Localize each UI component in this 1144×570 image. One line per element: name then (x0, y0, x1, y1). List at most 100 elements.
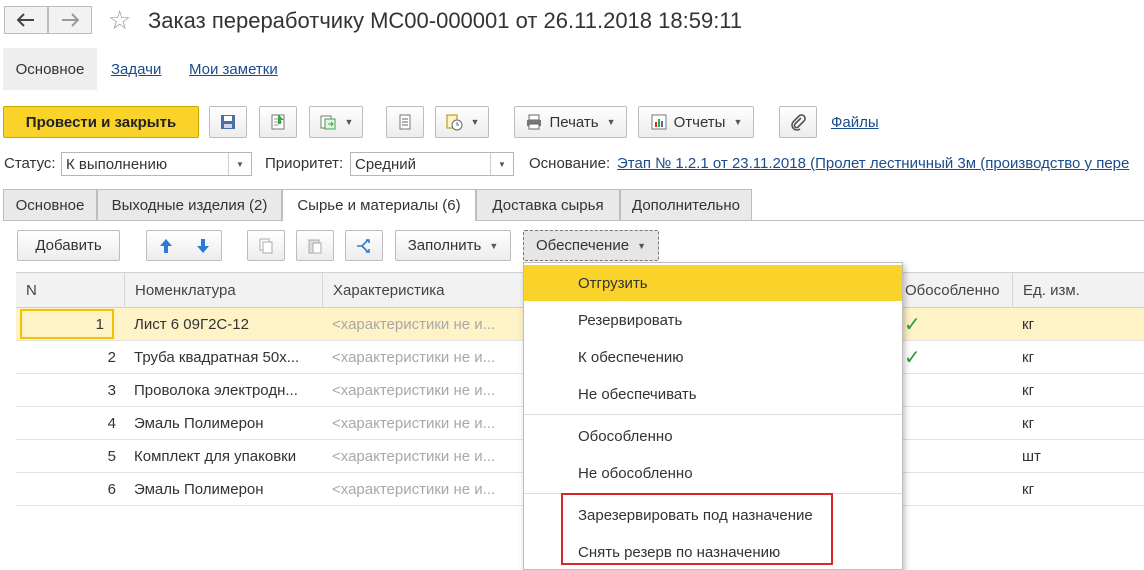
arrow-up-icon[interactable] (158, 237, 174, 255)
split-row-button[interactable] (345, 230, 383, 261)
print-button[interactable]: Печать ▼ (514, 106, 627, 138)
column-isolated[interactable]: Обособленно (894, 273, 1012, 308)
chevron-down-icon: ▼ (606, 117, 616, 127)
tab-main[interactable]: Основное (3, 48, 97, 90)
column-n[interactable]: N (16, 273, 124, 308)
add-button[interactable]: Добавить (17, 230, 120, 261)
chevron-down-icon: ▼ (733, 117, 743, 127)
cell-unit[interactable]: кг (1012, 407, 1144, 439)
chevron-down-icon[interactable]: ▼ (228, 153, 251, 175)
cell-isolated[interactable]: ✓ (894, 341, 1012, 373)
split-icon (357, 238, 370, 253)
cell-nomenclature[interactable]: Эмаль Полимерон (124, 407, 322, 439)
status-value: К выполнению (66, 155, 168, 173)
paperclip-icon (791, 114, 806, 131)
chevron-down-icon: ▼ (344, 117, 354, 127)
form-tab-label: Сырье и материалы (6) (297, 197, 461, 214)
cell-unit[interactable]: кг (1012, 341, 1144, 373)
form-tab-additional[interactable]: Дополнительно (620, 189, 752, 220)
cell-nomenclature[interactable]: Комплект для упаковки (124, 440, 322, 472)
form-tab-label: Выходные изделия (2) (111, 196, 268, 214)
chevron-down-icon: ▼ (637, 240, 646, 251)
back-button[interactable] (4, 6, 48, 34)
reports-button[interactable]: Отчеты ▼ (638, 106, 754, 138)
cell-n[interactable]: 4 (16, 407, 124, 439)
cell-unit[interactable]: кг (1012, 308, 1144, 340)
form-tab-main[interactable]: Основное (3, 189, 97, 220)
chevron-down-icon[interactable]: ▼ (490, 153, 513, 175)
cell-n[interactable]: 5 (16, 440, 124, 472)
cell-characteristic[interactable]: <характеристики не и... (322, 308, 512, 340)
form-tab-label: Дополнительно (632, 196, 740, 214)
supply-label: Обеспечение (536, 237, 630, 254)
tab-main-label: Основное (15, 60, 85, 78)
menu-item-to-supply[interactable]: К обеспечению (524, 339, 902, 375)
menu-item-no-supply[interactable]: Не обеспечивать (524, 376, 902, 412)
cell-isolated[interactable]: ✓ (894, 308, 1012, 340)
cell-nomenclature[interactable]: Лист 6 09Г2С-12 (124, 308, 322, 340)
checkmark-icon: ✓ (904, 313, 921, 336)
supply-button[interactable]: Обеспечение ▼ (523, 230, 659, 261)
document-history-icon (446, 114, 463, 131)
cell-characteristic[interactable]: <характеристики не и... (322, 407, 512, 439)
status-field[interactable]: К выполнению ▼ (61, 152, 252, 176)
form-tab-output-items[interactable]: Выходные изделия (2) (97, 189, 282, 220)
cell-characteristic[interactable]: <характеристики не и... (322, 440, 512, 472)
cell-characteristic[interactable]: <характеристики не и... (322, 374, 512, 406)
checkmark-icon: ✓ (904, 346, 921, 369)
menu-item-reserve[interactable]: Резервировать (524, 302, 902, 338)
cell-characteristic[interactable]: <характеристики не и... (322, 341, 512, 373)
fill-label: Заполнить (407, 237, 482, 254)
files-link[interactable]: Файлы (831, 114, 879, 131)
column-characteristic[interactable]: Характеристика (322, 273, 524, 308)
create-based-on-button[interactable]: ▼ (309, 106, 363, 138)
column-unit[interactable]: Ед. изм. (1012, 273, 1144, 308)
priority-value: Средний (355, 155, 416, 173)
add-label: Добавить (35, 237, 102, 254)
chevron-down-icon: ▼ (470, 117, 480, 127)
page-title: Заказ переработчику МС00-000001 от 26.11… (148, 8, 743, 33)
move-buttons (146, 230, 222, 261)
basis-link[interactable]: Этап № 1.2.1 от 23.11.2018 (Пролет лестн… (617, 155, 1144, 172)
favorite-star-icon[interactable]: ☆ (108, 6, 131, 34)
cell-unit[interactable]: шт (1012, 440, 1144, 472)
cell-unit[interactable]: кг (1012, 374, 1144, 406)
column-nomenclature[interactable]: Номенклатура (124, 273, 322, 308)
copy-button[interactable] (247, 230, 285, 261)
history-button[interactable]: ▼ (435, 106, 489, 138)
cell-n[interactable]: 3 (16, 374, 124, 406)
post-button[interactable] (259, 106, 297, 138)
priority-label: Приоритет: (265, 155, 344, 172)
menu-item-isolated[interactable]: Обособленно (524, 418, 902, 454)
list-icon (399, 114, 411, 130)
cell-nomenclature[interactable]: Проволока электродн... (124, 374, 322, 406)
status-label: Статус: (4, 155, 56, 172)
cell-characteristic[interactable]: <характеристики не и... (322, 473, 512, 505)
arrow-down-icon[interactable] (195, 237, 211, 255)
priority-field[interactable]: Средний ▼ (350, 152, 514, 176)
cell-n[interactable]: 1 (20, 309, 114, 339)
save-button[interactable] (209, 106, 247, 138)
cell-n[interactable]: 6 (16, 473, 124, 505)
paste-button[interactable] (296, 230, 334, 261)
attach-button[interactable] (779, 106, 817, 138)
forward-button[interactable] (48, 6, 92, 34)
tab-notes[interactable]: Мои заметки (189, 61, 278, 78)
copy-icon (259, 238, 273, 253)
reports-icon (651, 114, 667, 130)
fill-button[interactable]: Заполнить ▼ (395, 230, 511, 261)
cell-n[interactable]: 2 (16, 341, 124, 373)
tab-tasks[interactable]: Задачи (111, 61, 161, 78)
post-and-close-button[interactable]: Провести и закрыть (3, 106, 199, 138)
form-tab-materials[interactable]: Сырье и материалы (6) (282, 189, 476, 221)
cell-nomenclature[interactable]: Эмаль Полимерон (124, 473, 322, 505)
menu-item-not-isolated[interactable]: Не обособленно (524, 455, 902, 491)
print-label: Печать (549, 113, 599, 131)
save-icon (221, 115, 235, 129)
cell-nomenclature[interactable]: Труба квадратная 50х... (124, 341, 322, 373)
menu-item-ship[interactable]: Отгрузить (524, 265, 902, 301)
form-tab-delivery[interactable]: Доставка сырья (476, 189, 620, 220)
cell-unit[interactable]: кг (1012, 473, 1144, 505)
basis-label: Основание: (529, 155, 611, 172)
structure-button[interactable] (386, 106, 424, 138)
